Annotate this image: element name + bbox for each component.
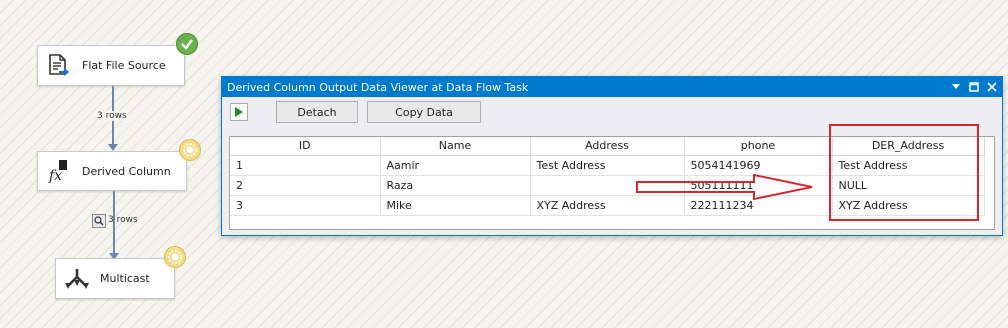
running-gear-icon (179, 139, 201, 161)
maximize-icon[interactable] (966, 79, 982, 95)
flat-file-source-node[interactable]: Flat File Source (37, 45, 185, 86)
multicast-label: Multicast (100, 272, 150, 285)
cell-name: Mike (380, 195, 531, 216)
flat-file-source-icon (46, 53, 72, 79)
data-viewer-titlebar[interactable]: Derived Column Output Data Viewer at Dat… (222, 77, 1002, 97)
annotation-highlight-box (829, 124, 979, 221)
viewer-toolbar: Detach Copy Data (222, 97, 1002, 127)
flat-file-source-label: Flat File Source (82, 59, 166, 72)
detach-button[interactable]: Detach (276, 101, 358, 123)
cell-name: Aamir (380, 155, 531, 176)
derived-column-label: Derived Column (82, 164, 171, 178)
svg-text:fx: fx (48, 168, 62, 184)
column-header-name[interactable]: Name (380, 137, 531, 156)
derived-column-node[interactable]: fx Derived Column (37, 151, 187, 191)
path-row-count-label: 3 rows (108, 215, 138, 225)
continue-play-button[interactable] (230, 103, 248, 121)
cell-address: Test Address (530, 155, 685, 176)
close-icon[interactable] (984, 79, 1000, 95)
derived-column-icon: fx (46, 158, 72, 184)
running-gear-icon (164, 246, 186, 268)
annotation-arrow-icon (636, 174, 813, 200)
multicast-node[interactable]: Multicast (55, 258, 175, 299)
data-path-arrowhead (108, 144, 118, 151)
success-check-icon (176, 33, 198, 55)
copy-data-button[interactable]: Copy Data (367, 101, 481, 123)
path-row-count-label: 3 rows (97, 111, 127, 121)
cell-phone: 5054141969 (684, 155, 833, 176)
cell-id: 1 (230, 155, 381, 176)
cell-id: 3 (230, 195, 381, 216)
window-title: Derived Column Output Data Viewer at Dat… (227, 80, 529, 94)
data-viewer-magnifier-icon[interactable] (92, 214, 106, 228)
cell-id: 2 (230, 175, 381, 196)
cell-name: Raza (380, 175, 531, 196)
column-header-phone[interactable]: phone (684, 137, 833, 156)
column-header-id[interactable]: ID (230, 137, 381, 156)
multicast-icon (64, 266, 90, 292)
column-header-address[interactable]: Address (530, 137, 685, 156)
window-menu-dropdown-icon[interactable] (948, 79, 964, 95)
